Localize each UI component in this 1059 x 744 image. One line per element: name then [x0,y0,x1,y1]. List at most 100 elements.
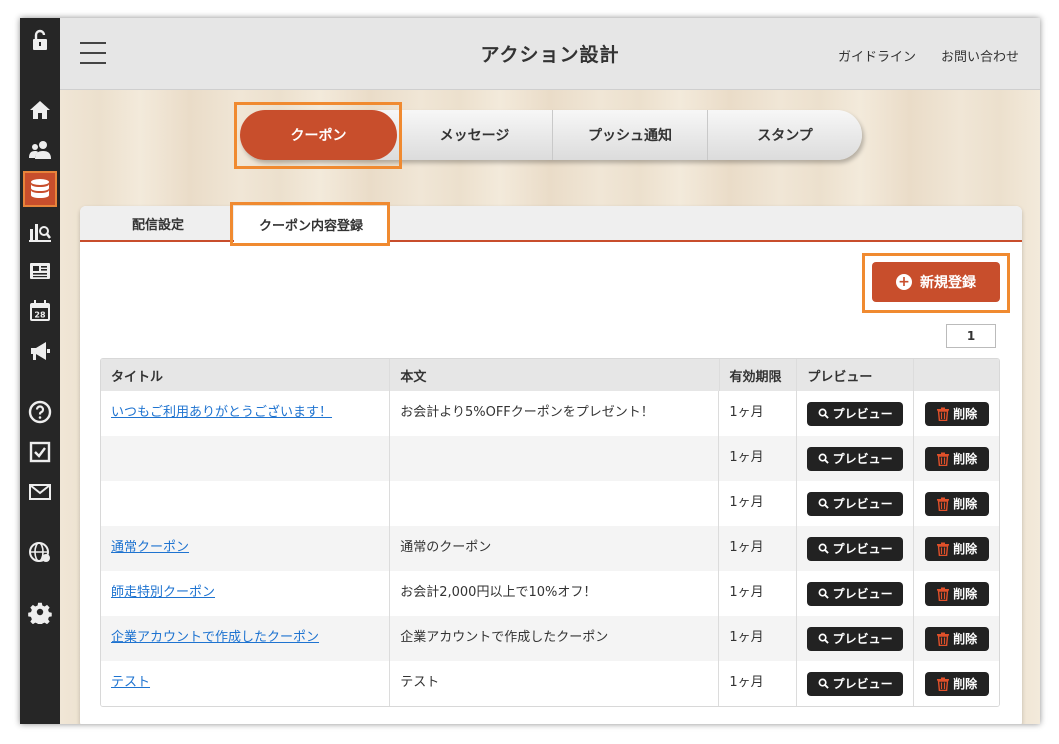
header-preview: プレビュー [797,359,915,391]
tab-message[interactable]: メッセージ [397,110,552,160]
calendar-icon[interactable]: 28 [26,297,54,325]
analytics-icon[interactable] [26,217,54,245]
preview-label: プレビュー [832,632,893,646]
row-expiry-cell: 1ヶ月 [719,526,798,571]
delete-label: 削除 [953,452,978,466]
mail-icon[interactable] [26,478,54,506]
preview-button[interactable]: プレビュー [807,536,904,561]
row-body-cell: お会計より5%OFFクーポンをプレゼント！ [390,391,720,436]
calendar-day-text: 28 [34,311,46,320]
row-preview-cell: プレビュー [797,661,915,706]
delete-label: 削除 [953,407,978,421]
coupon-title-link[interactable]: 通常クーポン [111,536,189,555]
users-icon[interactable] [26,136,54,164]
delete-button[interactable]: 削除 [924,581,989,606]
new-registration-label: 新規登録 [920,275,976,291]
search-icon [818,588,829,599]
row-body-cell: 通常のクーポン [390,526,720,571]
row-expiry-cell: 1ヶ月 [719,571,798,616]
coupon-title-link[interactable]: 師走特別クーポン [111,581,215,600]
row-preview-cell: プレビュー [797,436,915,481]
contact-link[interactable]: お問い合わせ [941,46,1019,65]
checkbox-icon[interactable] [26,438,54,466]
tab-coupon[interactable]: クーポン [240,110,397,160]
coupon-title-link[interactable]: テスト [111,671,150,690]
preview-button[interactable]: プレビュー [807,401,904,426]
trash-icon [937,542,950,556]
delete-label: 削除 [953,542,978,556]
megaphone-icon[interactable] [26,337,54,365]
trash-icon [937,407,950,421]
delete-button[interactable]: 削除 [924,446,989,471]
table-row: 1ヶ月 プレビュー 削除 [101,481,999,526]
search-icon [818,453,829,464]
delete-button[interactable]: 削除 [924,626,989,651]
row-body-cell [390,481,720,526]
row-delete-cell: 削除 [914,436,999,481]
table-row: 師走特別クーポン お会計2,000円以上で10%オフ！ 1ヶ月 プレビュー 削除 [101,571,999,616]
row-preview-cell: プレビュー [797,571,915,616]
sub-tab-bar: 配信設定 クーポン内容登録 [80,206,1022,242]
table-header-row: タイトル 本文 有効期限 プレビュー [101,359,999,391]
delete-button[interactable]: 削除 [924,401,989,426]
home-icon[interactable] [26,96,54,124]
coupon-title-link[interactable]: 企業アカウントで作成したクーポン [111,626,319,645]
unlock-icon[interactable] [26,26,54,54]
table-row: 企業アカウントで作成したクーポン 企業アカウントで作成したクーポン 1ヶ月 プレビュー… [101,616,999,661]
new-registration-button[interactable]: + 新規登録 [872,262,1000,302]
globe-icon[interactable] [26,538,54,566]
preview-button[interactable]: プレビュー [807,491,904,516]
preview-label: プレビュー [832,587,893,601]
preview-label: プレビュー [832,677,893,691]
header-expiry: 有効期限 [720,359,798,391]
preview-button[interactable]: プレビュー [807,671,904,696]
content-panel: 配信設定 クーポン内容登録 + 新規登録 1 タイトル 本文 有効期限 プレビュ… [80,202,1022,724]
header: アクション設計 ガイドライン お問い合わせ [60,18,1040,90]
database-icon[interactable] [23,171,57,207]
trash-icon [937,587,950,601]
table-row: テスト テスト 1ヶ月 プレビュー 削除 [101,661,999,706]
trash-icon [937,452,950,466]
trash-icon [937,497,950,511]
row-preview-cell: プレビュー [797,481,915,526]
preview-label: プレビュー [832,542,893,556]
row-delete-cell: 削除 [914,661,999,706]
row-expiry-cell: 1ヶ月 [719,616,798,661]
row-title-cell [101,436,391,481]
table-row: 1ヶ月 プレビュー 削除 [101,436,999,481]
coupon-title-link[interactable]: いつもご利用ありがとうございます！ [111,401,332,420]
tab-push-notification[interactable]: プッシュ通知 [552,110,707,160]
search-icon [818,678,829,689]
delete-button[interactable]: 削除 [924,491,989,516]
preview-label: プレビュー [832,497,893,511]
delete-button[interactable]: 削除 [924,536,989,561]
search-icon [818,543,829,554]
preview-label: プレビュー [832,452,893,466]
row-delete-cell: 削除 [914,526,999,571]
pagination-current[interactable]: 1 [946,324,996,348]
row-delete-cell: 削除 [914,616,999,661]
delete-label: 削除 [953,497,978,511]
news-icon[interactable] [26,257,54,285]
row-body-cell: 企業アカウントで作成したクーポン [390,616,720,661]
subtab-coupon-content[interactable]: クーポン内容登録 [234,206,388,242]
delete-label: 削除 [953,587,978,601]
table-row: いつもご利用ありがとうございます！ お会計より5%OFFクーポンをプレゼント！ 1ヶ… [101,391,999,436]
subtab-delivery-settings[interactable]: 配信設定 [100,206,216,240]
row-title-cell: 企業アカウントで作成したクーポン [101,616,391,661]
preview-button[interactable]: プレビュー [807,581,904,606]
help-icon[interactable] [26,398,54,426]
tab-stamp[interactable]: スタンプ [707,110,862,160]
guideline-link[interactable]: ガイドライン [838,46,916,65]
preview-button[interactable]: プレビュー [807,446,904,471]
preview-button[interactable]: プレビュー [807,626,904,651]
delete-button[interactable]: 削除 [924,671,989,696]
row-title-cell [101,481,391,526]
search-icon [818,633,829,644]
plus-circle-icon: + [896,274,912,290]
delete-label: 削除 [953,632,978,646]
row-preview-cell: プレビュー [797,526,915,571]
gear-icon[interactable] [26,598,54,626]
sidebar: 28 [20,18,60,724]
row-preview-cell: プレビュー [797,616,915,661]
